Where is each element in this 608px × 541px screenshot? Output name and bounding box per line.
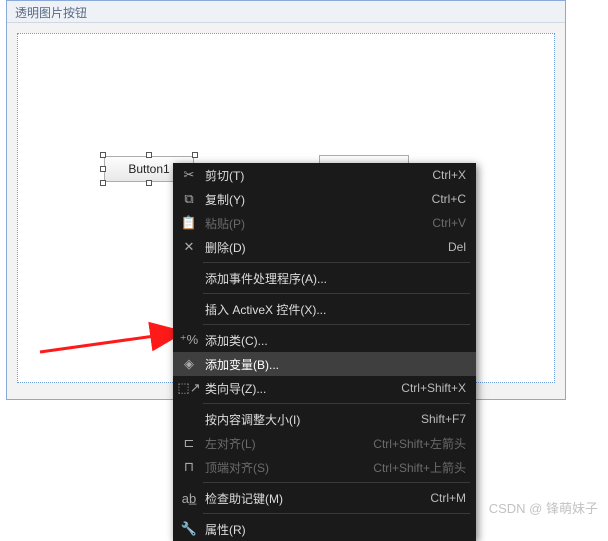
menu-item: ⊏左对齐(L)Ctrl+Shift+左箭头 [173,431,476,455]
menu-item[interactable]: ⁺%添加类(C)... [173,328,476,352]
class-wizard-icon: ⬚↗ [179,380,199,396]
menu-separator [203,482,470,483]
context-menu: ✂剪切(T)Ctrl+X⧉复制(Y)Ctrl+C📋粘贴(P)Ctrl+V✕删除(… [173,163,476,541]
resize-handle[interactable] [100,152,106,158]
resize-handle[interactable] [100,166,106,172]
menu-item[interactable]: ⬚↗类向导(Z)...Ctrl+Shift+X [173,376,476,400]
watermark: CSDN @ 锋萌妹子 [489,498,598,517]
menu-item[interactable]: ✕删除(D)Del [173,235,476,259]
align-left-icon: ⊏ [179,435,199,451]
menu-separator [203,293,470,294]
menu-item-label: 属性(R) [199,521,466,538]
menu-item[interactable]: 添加事件处理程序(A)... [173,266,476,290]
menu-item-label: 类向导(Z)... [199,380,389,397]
menu-item[interactable]: ✂剪切(T)Ctrl+X [173,163,476,187]
copy-icon: ⧉ [179,191,199,207]
menu-item-shortcut: Del [436,240,466,254]
menu-item-shortcut: Ctrl+Shift+左箭头 [361,435,466,452]
menu-item-shortcut: Ctrl+M [418,491,466,505]
menu-item-label: 添加变量(B)... [199,356,466,373]
window-title: 透明图片按钮 [15,6,87,20]
menu-item-label: 粘贴(P) [199,215,420,232]
menu-item-label: 左对齐(L) [199,435,361,452]
properties-icon: 🔧 [179,521,199,537]
resize-handle[interactable] [146,180,152,186]
align-top-icon: ⊓ [179,459,199,475]
menu-item[interactable]: 插入 ActiveX 控件(X)... [173,297,476,321]
add-var-icon: ◈ [179,356,199,372]
menu-item[interactable]: 🔧属性(R) [173,517,476,541]
menu-item[interactable]: 按内容调整大小(I)Shift+F7 [173,407,476,431]
menu-item[interactable]: ⧉复制(Y)Ctrl+C [173,187,476,211]
menu-item[interactable]: ab̲检查助记键(M)Ctrl+M [173,486,476,510]
menu-item-shortcut: Shift+F7 [409,412,466,426]
menu-separator [203,324,470,325]
menu-item-label: 删除(D) [199,239,436,256]
resize-handle[interactable] [192,152,198,158]
menu-item-label: 按内容调整大小(I) [199,411,409,428]
menu-item: 📋粘贴(P)Ctrl+V [173,211,476,235]
menu-item-label: 复制(Y) [199,191,420,208]
window-title-bar: 透明图片按钮 [7,1,565,23]
menu-item-shortcut: Ctrl+V [420,216,466,230]
resize-handle[interactable] [146,152,152,158]
menu-separator [203,513,470,514]
blank-icon [179,270,199,286]
menu-item-label: 检查助记键(M) [199,490,418,507]
menu-item-shortcut: Ctrl+Shift+上箭头 [361,459,466,476]
menu-separator [203,403,470,404]
cut-icon: ✂ [179,167,199,183]
menu-item-label: 顶端对齐(S) [199,459,361,476]
add-class-icon: ⁺% [179,332,199,348]
menu-item[interactable]: ◈添加变量(B)... [173,352,476,376]
menu-item-shortcut: Ctrl+Shift+X [389,381,466,395]
menu-item-label: 剪切(T) [199,167,420,184]
delete-icon: ✕ [179,239,199,255]
paste-icon: 📋 [179,215,199,231]
menu-item-label: 添加类(C)... [199,332,466,349]
menu-item-label: 添加事件处理程序(A)... [199,270,466,287]
blank-icon [179,301,199,317]
menu-item-shortcut: Ctrl+C [420,192,466,206]
check-mnemonics-icon: ab̲ [179,490,199,506]
menu-item-shortcut: Ctrl+X [420,168,466,182]
menu-item-label: 插入 ActiveX 控件(X)... [199,301,466,318]
resize-handle[interactable] [100,180,106,186]
menu-item: ⊓顶端对齐(S)Ctrl+Shift+上箭头 [173,455,476,479]
menu-separator [203,262,470,263]
blank-icon [179,411,199,427]
